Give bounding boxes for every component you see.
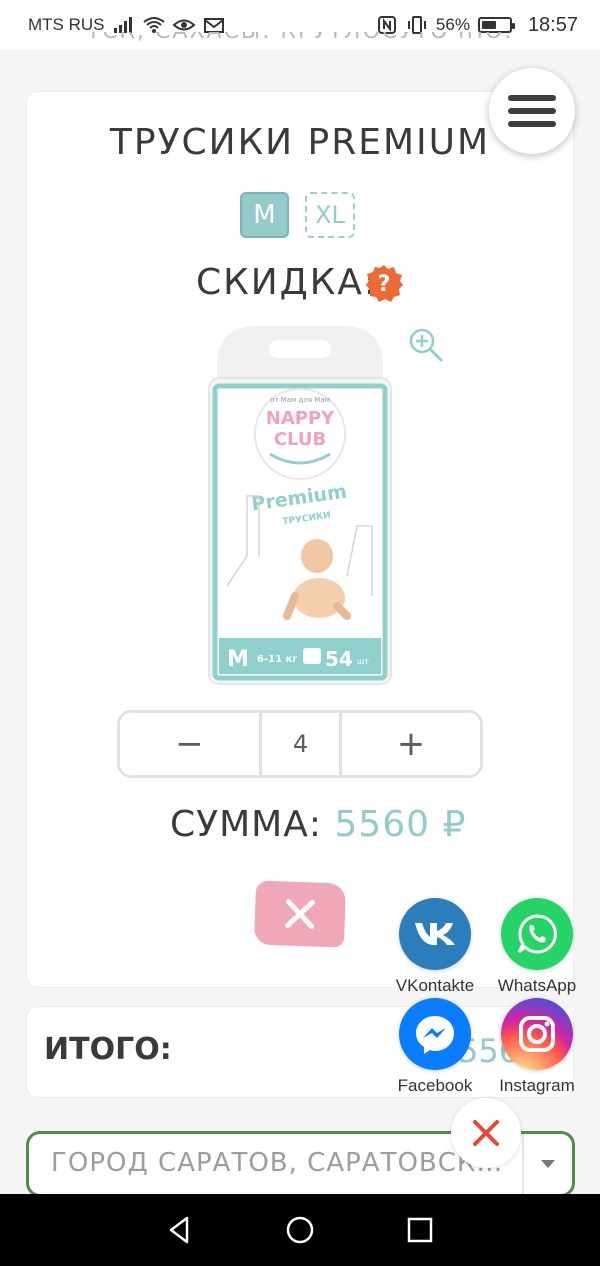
product-image[interactable]: от Мам для Мам NAPPY CLUB Premium ТРУСИК… xyxy=(207,326,393,686)
decrease-quantity-button[interactable]: − xyxy=(120,713,262,775)
sum-row: СУММА: 5560 ₽ xyxy=(170,804,466,845)
share-vkontakte-label: VKontakte xyxy=(395,976,475,995)
share-facebook[interactable]: Facebook xyxy=(390,998,480,1096)
svg-text:M: M xyxy=(227,647,249,672)
share-whatsapp-label: WhatsApp xyxy=(497,976,577,995)
question-icon[interactable]: ? xyxy=(365,264,403,302)
quantity-value[interactable]: 4 xyxy=(262,713,342,775)
scrolled-header-text: ТСК, САХАСЫ. КРУТЛОСУТОЧНО. xyxy=(0,32,600,52)
discount-label: СКИДКА: xyxy=(196,262,379,303)
whatsapp-icon xyxy=(501,898,573,970)
messenger-icon xyxy=(399,998,471,1070)
svg-text:54: 54 xyxy=(325,647,353,671)
sum-value: 5560 ₽ xyxy=(334,804,467,845)
sum-label: СУММА: xyxy=(170,804,322,845)
address-value: ГОРОД САРАТОВ, САРАТОВСКАЯ О... xyxy=(51,1148,521,1178)
share-instagram-label: Instagram xyxy=(499,1076,575,1095)
share-vkontakte[interactable]: VKontakte xyxy=(390,898,480,996)
size-option-m[interactable]: M xyxy=(240,192,289,238)
close-icon xyxy=(473,1120,499,1146)
total-label: ИТОГО: xyxy=(44,1032,172,1067)
remove-item-button[interactable] xyxy=(253,880,347,948)
svg-text:шт: шт xyxy=(357,657,369,666)
quantity-stepper: − 4 + xyxy=(117,710,483,778)
svg-text:?: ? xyxy=(378,272,391,297)
svg-text:6-11 кг: 6-11 кг xyxy=(257,654,298,665)
recents-icon[interactable] xyxy=(405,1215,435,1245)
home-icon[interactable] xyxy=(285,1215,315,1245)
increase-quantity-button[interactable]: + xyxy=(342,713,480,775)
back-icon[interactable] xyxy=(165,1215,195,1245)
system-nav-bar xyxy=(0,1194,600,1266)
close-icon xyxy=(285,899,315,929)
svg-text:CLUB: CLUB xyxy=(274,429,326,450)
battery-icon xyxy=(477,17,515,33)
close-share-button[interactable] xyxy=(451,1098,521,1168)
svg-text:от Мам для Мам: от Мам для Мам xyxy=(270,396,330,404)
hamburger-icon xyxy=(508,95,556,101)
dropdown-arrow-icon[interactable] xyxy=(522,1134,572,1194)
vk-icon xyxy=(399,898,471,970)
svg-text:NAPPY: NAPPY xyxy=(266,408,335,429)
share-whatsapp[interactable]: WhatsApp xyxy=(492,898,582,996)
share-facebook-label: Facebook xyxy=(397,1076,473,1095)
instagram-icon xyxy=(501,998,573,1070)
zoom-in-icon[interactable] xyxy=(408,327,444,363)
menu-button[interactable] xyxy=(489,68,575,154)
share-instagram[interactable]: Instagram xyxy=(492,998,582,1096)
size-option-xl[interactable]: XL xyxy=(305,192,355,238)
